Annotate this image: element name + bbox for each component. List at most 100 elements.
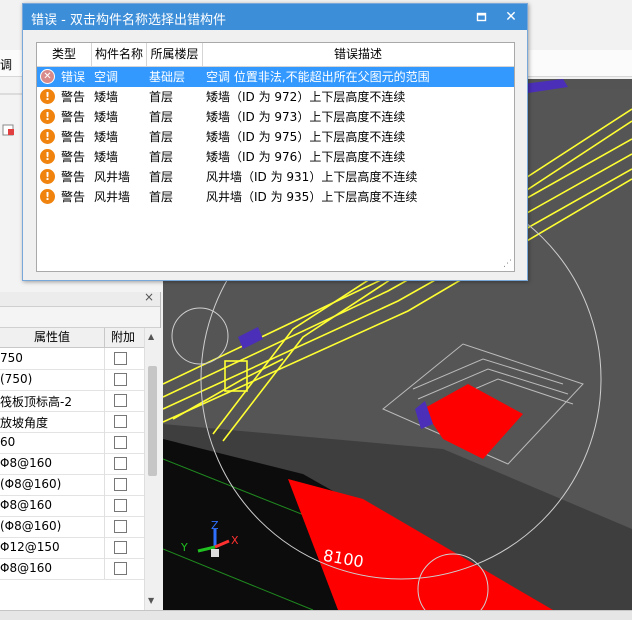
property-row[interactable]: (Φ8@160) <box>0 474 144 496</box>
row-type: 警告 <box>61 170 86 184</box>
additional-checkbox[interactable] <box>114 499 127 512</box>
row-type: 警告 <box>61 150 86 164</box>
property-value[interactable]: (750) <box>0 372 104 386</box>
dialog-titlebar[interactable]: 错误 - 双击构件名称选择出错构件 ✕ <box>23 4 527 30</box>
error-row[interactable]: ! 警告 矮墙 首层 矮墙（ID 为 976）上下层高度不连续 <box>37 147 514 167</box>
error-row[interactable]: ✕ 错误 空调 基础层 空调 位置非法,不能超出所在父图元的范围 <box>37 67 514 87</box>
column-divider <box>104 558 105 579</box>
column-divider <box>104 390 105 411</box>
row-component-name[interactable]: 矮墙 <box>94 147 118 167</box>
column-component-name[interactable]: 构件名称 <box>92 43 147 66</box>
properties-panel: × 属性值 附加 750 (750) 筏板顶标高-2 放坡角度 60 Φ8@160 (Φ8@… <box>0 290 161 610</box>
row-component-name[interactable]: 风井墙 <box>94 167 130 187</box>
property-value[interactable]: (Φ8@160) <box>0 519 104 533</box>
column-divider <box>104 411 105 432</box>
scroll-thumb[interactable] <box>148 366 157 476</box>
row-description: 风井墙（ID 为 931）上下层高度不连续 <box>206 170 418 184</box>
axis-z-label: Z <box>211 519 219 532</box>
row-description: 矮墙（ID 为 976）上下层高度不连续 <box>206 150 406 164</box>
row-description: 矮墙（ID 为 975）上下层高度不连续 <box>206 130 406 144</box>
property-value[interactable]: 750 <box>0 351 104 365</box>
warning-icon: ! <box>40 89 55 104</box>
error-row[interactable]: ! 警告 矮墙 首层 矮墙（ID 为 973）上下层高度不连续 <box>37 107 514 127</box>
scroll-down-icon[interactable]: ▼ <box>148 596 154 605</box>
column-floor[interactable]: 所属楼层 <box>147 43 203 66</box>
error-row[interactable]: ! 警告 矮墙 首层 矮墙（ID 为 975）上下层高度不连续 <box>37 127 514 147</box>
row-floor: 基础层 <box>149 70 186 84</box>
property-value[interactable]: Φ8@160 <box>0 456 104 470</box>
row-component-name[interactable]: 风井墙 <box>94 187 130 207</box>
warning-icon: ! <box>40 189 55 204</box>
property-row[interactable]: Φ8@160 <box>0 453 144 475</box>
additional-checkbox[interactable] <box>114 415 127 428</box>
close-icon[interactable]: × <box>144 290 154 304</box>
column-divider <box>104 537 105 558</box>
dialog-body: 类型 构件名称 所属楼层 错误描述 ✕ 错误 空调 基础层 空调 位置非法,不能超出所在… <box>23 30 527 280</box>
column-divider <box>104 369 105 390</box>
error-row[interactable]: ! 警告 矮墙 首层 矮墙（ID 为 972）上下层高度不连续 <box>37 87 514 107</box>
header-property-value: 属性值 <box>0 328 105 347</box>
row-component-name[interactable]: 空调 <box>94 67 118 87</box>
error-icon: ✕ <box>40 69 55 84</box>
error-list: 类型 构件名称 所属楼层 错误描述 ✕ 错误 空调 基础层 空调 位置非法,不能超出所在… <box>36 42 515 272</box>
column-divider <box>104 474 105 495</box>
property-row[interactable]: Φ8@160 <box>0 558 144 580</box>
property-row[interactable]: 60 <box>0 432 144 454</box>
row-floor: 首层 <box>149 90 174 104</box>
additional-checkbox[interactable] <box>114 520 127 533</box>
additional-checkbox[interactable] <box>114 562 127 575</box>
row-component-name[interactable]: 矮墙 <box>94 107 118 127</box>
column-type[interactable]: 类型 <box>37 43 92 66</box>
warning-icon: ! <box>40 149 55 164</box>
property-value[interactable]: Φ8@160 <box>0 498 104 512</box>
additional-checkbox[interactable] <box>114 352 127 365</box>
row-type: 警告 <box>61 190 86 204</box>
dialog-title: 错误 - 双击构件名称选择出错构件 <box>31 13 226 28</box>
scroll-up-icon[interactable]: ▲ <box>148 332 154 341</box>
additional-checkbox[interactable] <box>114 394 127 407</box>
header-additional: 附加 <box>110 330 135 344</box>
warning-icon: ! <box>40 109 55 124</box>
properties-header: 属性值 附加 <box>0 328 160 348</box>
property-row[interactable]: 筏板顶标高-2 <box>0 390 144 412</box>
error-row[interactable]: ! 警告 风井墙 首层 风井墙（ID 为 935）上下层高度不连续 <box>37 187 514 207</box>
column-divider <box>104 516 105 537</box>
additional-checkbox[interactable] <box>114 478 127 491</box>
additional-checkbox[interactable] <box>114 541 127 554</box>
close-icon[interactable]: ✕ <box>502 8 520 26</box>
row-floor: 首层 <box>149 130 174 144</box>
error-row[interactable]: ! 警告 风井墙 首层 风井墙（ID 为 931）上下层高度不连续 <box>37 167 514 187</box>
resize-grip-icon[interactable]: ⋰ <box>503 259 512 269</box>
property-row[interactable]: 放坡角度 <box>0 411 144 433</box>
property-row[interactable]: Φ12@150 <box>0 537 144 559</box>
property-row[interactable]: 750 <box>0 348 144 370</box>
properties-tabs <box>0 307 160 328</box>
property-value[interactable]: 放坡角度 <box>0 414 104 431</box>
row-description: 风井墙（ID 为 935）上下层高度不连续 <box>206 190 418 204</box>
property-value[interactable]: 筏板顶标高-2 <box>0 393 104 410</box>
property-value[interactable]: Φ12@150 <box>0 540 104 554</box>
column-description[interactable]: 错误描述 <box>203 43 513 66</box>
property-value[interactable]: Φ8@160 <box>0 561 104 575</box>
row-description: 矮墙（ID 为 972）上下层高度不连续 <box>206 90 406 104</box>
row-description: 空调 位置非法,不能超出所在父图元的范围 <box>206 70 430 84</box>
row-component-name[interactable]: 矮墙 <box>94 127 118 147</box>
property-row[interactable]: (Φ8@160) <box>0 516 144 538</box>
properties-titlebar: × <box>0 290 160 307</box>
tool-icon[interactable] <box>2 123 16 137</box>
properties-scrollbar[interactable]: ▲ ▼ <box>144 328 161 610</box>
additional-checkbox[interactable] <box>114 457 127 470</box>
row-component-name[interactable]: 矮墙 <box>94 87 118 107</box>
additional-checkbox[interactable] <box>114 436 127 449</box>
row-floor: 首层 <box>149 170 174 184</box>
maximize-icon[interactable] <box>475 10 489 24</box>
property-row[interactable]: (750) <box>0 369 144 391</box>
menu-label[interactable]: 调 <box>0 56 12 73</box>
property-row[interactable]: Φ8@160 <box>0 495 144 517</box>
column-divider <box>104 348 105 369</box>
row-description: 矮墙（ID 为 973）上下层高度不连续 <box>206 110 406 124</box>
additional-checkbox[interactable] <box>114 373 127 386</box>
property-value[interactable]: 60 <box>0 435 104 449</box>
warning-icon: ! <box>40 129 55 144</box>
property-value[interactable]: (Φ8@160) <box>0 477 104 491</box>
